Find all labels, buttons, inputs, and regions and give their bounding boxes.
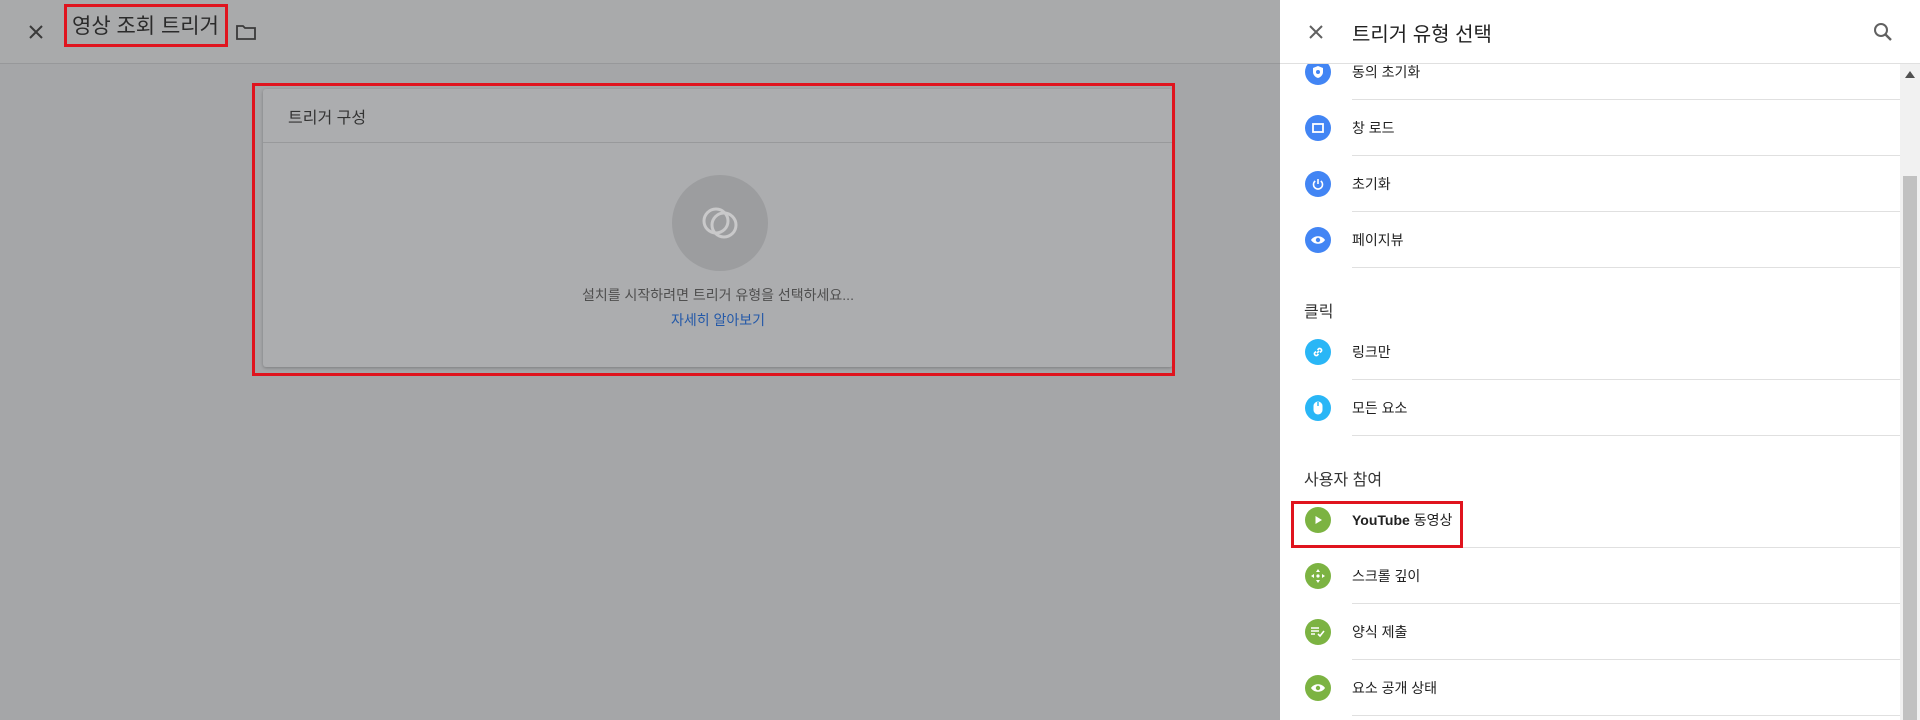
- folder-icon: [236, 25, 256, 40]
- close-icon: [29, 25, 43, 39]
- list-item-consent-init[interactable]: 동의 초기화: [1280, 64, 1900, 100]
- link-icon: [1305, 339, 1331, 365]
- list-item-pageview[interactable]: 페이지뷰: [1280, 212, 1900, 268]
- list-item-link-click[interactable]: 링크만: [1280, 324, 1900, 380]
- scrollbar-thumb[interactable]: [1903, 176, 1917, 720]
- learn-more-link[interactable]: 자세히 알아보기: [263, 310, 1173, 330]
- panel-title: 트리거 유형 선택: [1352, 23, 1492, 46]
- eye-icon: [1305, 675, 1331, 701]
- divider: [1352, 435, 1900, 436]
- close-editor-button[interactable]: [22, 18, 50, 46]
- video-text: 동영상: [1409, 512, 1453, 528]
- close-panel-button[interactable]: [1302, 18, 1330, 46]
- consent-shield-icon: [1305, 64, 1331, 85]
- setup-hint: 설치를 시작하려면 트리거 유형을 선택하세요...: [582, 287, 854, 303]
- item-label: YouTube 동영상: [1352, 492, 1452, 548]
- item-label: 링크만: [1352, 344, 1391, 360]
- item-label: 동의 초기화: [1352, 64, 1421, 80]
- search-button[interactable]: [1870, 19, 1896, 45]
- card-title: 트리거 구성: [263, 89, 1173, 143]
- list-item-youtube-video[interactable]: YouTube 동영상: [1280, 492, 1900, 548]
- search-icon: [1874, 23, 1892, 41]
- power-icon: [1305, 171, 1331, 197]
- editor-topbar: 영상 조회 트리거: [0, 0, 1280, 64]
- panel-scrollbar[interactable]: [1900, 64, 1920, 720]
- list-item-all-elements[interactable]: 모든 요소: [1280, 380, 1900, 436]
- divider: [1352, 267, 1900, 268]
- item-label: 양식 제출: [1352, 624, 1408, 640]
- item-label: 모든 요소: [1352, 400, 1408, 416]
- play-icon: [1305, 507, 1331, 533]
- form-check-icon: [1305, 619, 1331, 645]
- youtube-brand-text: YouTube: [1352, 512, 1410, 528]
- item-label: 초기화: [1352, 176, 1391, 192]
- item-label: 창 로드: [1352, 120, 1395, 136]
- list-item-scroll-depth[interactable]: 스크롤 깊이: [1280, 548, 1900, 604]
- list-item-window-load[interactable]: 창 로드: [1280, 100, 1900, 156]
- trigger-config-card[interactable]: 트리거 구성 설치를 시작하려면 트리거 유형을 선택하세요... 자세히 알아…: [263, 89, 1173, 367]
- divider: [1352, 715, 1900, 716]
- eye-icon: [1305, 227, 1331, 253]
- trigger-placeholder-icon[interactable]: [672, 175, 768, 271]
- list-item-element-visibility[interactable]: 요소 공개 상태: [1280, 660, 1900, 716]
- item-label: 스크롤 깊이: [1352, 568, 1421, 584]
- trigger-name[interactable]: 영상 조회 트리거: [64, 3, 227, 47]
- trigger-type-panel: 트리거 유형 선택 동의 초기화 창 로드 초기화 페이지뷰 클릭 링크만 모든…: [1280, 0, 1920, 720]
- close-icon: [1309, 25, 1323, 39]
- list-item-initialization[interactable]: 초기화: [1280, 156, 1900, 212]
- item-label: 페이지뷰: [1352, 232, 1404, 248]
- scroll-arrows-icon: [1305, 563, 1331, 589]
- panel-header: 트리거 유형 선택: [1280, 0, 1920, 64]
- folder-button[interactable]: [234, 20, 258, 44]
- trigger-type-list: 동의 초기화 창 로드 초기화 페이지뷰 클릭 링크만 모든 요소 사용자 참여…: [1280, 64, 1900, 720]
- item-label: 요소 공개 상태: [1352, 680, 1438, 696]
- section-header-click: 클릭: [1304, 304, 1334, 321]
- section-header-engagement: 사용자 참여: [1304, 472, 1383, 489]
- mouse-icon: [1305, 395, 1331, 421]
- list-item-form-submit[interactable]: 양식 제출: [1280, 604, 1900, 660]
- window-icon: [1305, 115, 1331, 141]
- scroll-up-arrow-icon[interactable]: [1905, 71, 1915, 78]
